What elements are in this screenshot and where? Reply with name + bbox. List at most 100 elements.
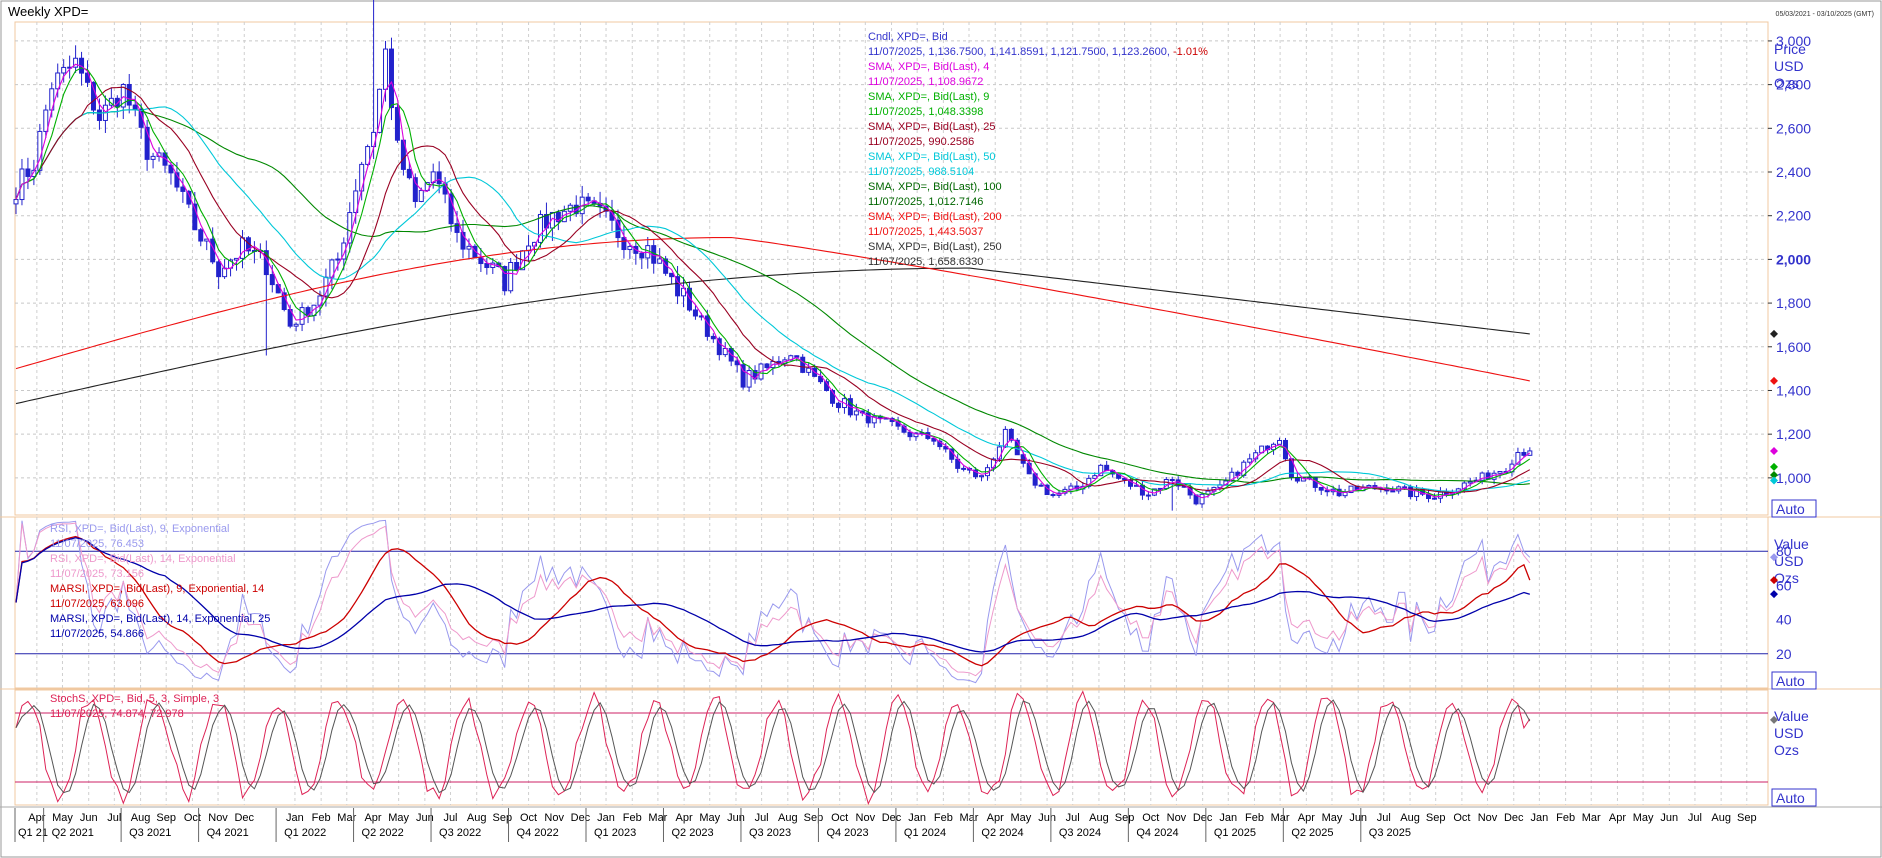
- candle-body: [198, 229, 204, 242]
- candle-body: [1408, 486, 1414, 498]
- candle: [90, 81, 96, 115]
- month-label: Jul: [107, 812, 121, 824]
- price-legend: Cndl, XPD=, Bid 11/07/2025, 1,136.7500, 1…: [868, 31, 1208, 268]
- candle: [120, 83, 126, 120]
- rsi-legend: RSI, XPD=, Bid(Last), 9, Exponential 11/0…: [50, 523, 270, 640]
- legend-entry: MARSI, XPD=, Bid(Last), 9, Exponential, …: [50, 583, 264, 595]
- candle-body: [126, 83, 132, 106]
- rsi-axis-title: Ozs: [1774, 570, 1799, 586]
- legend-entry: 11/07/2025, 74.874, 72.978: [50, 708, 184, 720]
- month-label: Nov: [208, 812, 228, 824]
- legend-entry: SMA, XPD=, Bid(Last), 250: [868, 241, 1002, 253]
- candle-body: [853, 410, 859, 416]
- candle-body: [1145, 494, 1151, 497]
- month-label: Sep: [804, 812, 824, 824]
- y-tick-label: 40: [1776, 612, 1792, 628]
- quarter-label: Q3 2023: [749, 827, 791, 839]
- candle-body: [96, 109, 102, 121]
- candle: [937, 438, 943, 450]
- price-axis-title: Price: [1774, 41, 1806, 57]
- candle: [19, 158, 25, 206]
- price-axis-title: Ozs: [1774, 75, 1799, 91]
- stoch-axis-title: Ozs: [1774, 742, 1799, 758]
- candle-body: [1104, 464, 1110, 472]
- candle-body: [406, 168, 412, 179]
- month-label: Aug: [1089, 812, 1109, 824]
- legend-entry: SMA, XPD=, Bid(Last), 4: [868, 61, 989, 73]
- candle: [1271, 442, 1277, 455]
- candle-body: [13, 199, 19, 205]
- candle-body: [794, 355, 800, 358]
- y-tick-label: 2,400: [1776, 164, 1811, 180]
- candle-body: [639, 252, 645, 259]
- month-label: Jul: [755, 812, 769, 824]
- y-tick-label: 2,200: [1776, 208, 1811, 224]
- candle: [132, 95, 138, 117]
- candle-body: [508, 262, 514, 292]
- candle: [73, 45, 79, 73]
- candle-body: [621, 237, 627, 251]
- auto-scale-label: Auto: [1776, 501, 1805, 517]
- y-tick-label: 2,000: [1776, 251, 1811, 267]
- candle: [1199, 492, 1205, 508]
- month-label: May: [1010, 812, 1031, 824]
- quarter-label: Q3 2022: [439, 827, 481, 839]
- candle-body: [514, 262, 520, 271]
- month-label: May: [1322, 812, 1343, 824]
- candle-body: [764, 363, 770, 369]
- candle: [484, 257, 490, 275]
- sma250-line: [15, 267, 1530, 405]
- legend-entry: 11/07/2025, 1,108.9672: [868, 76, 983, 88]
- candle-body: [180, 186, 186, 192]
- sma-lines: [15, 63, 1531, 499]
- candle: [1163, 477, 1169, 490]
- candle: [1324, 486, 1330, 497]
- candle-body: [388, 48, 394, 109]
- month-label: Aug: [778, 812, 798, 824]
- month-label: Jul: [1066, 812, 1080, 824]
- quarter-label: Q3 2024: [1059, 827, 1101, 839]
- month-label: Jul: [1688, 812, 1702, 824]
- month-label: Oct: [1142, 812, 1159, 824]
- candle: [633, 242, 639, 265]
- quarter-label: Q1 2024: [904, 827, 946, 839]
- month-label: Nov: [856, 812, 876, 824]
- candle-body: [371, 131, 377, 148]
- legend-entry: MARSI, XPD=, Bid(Last), 14, Exponential,…: [50, 613, 270, 625]
- month-label: Aug: [131, 812, 151, 824]
- candle-body: [1521, 451, 1527, 456]
- legend-entry: 11/07/2025, 76.453: [50, 538, 144, 550]
- quarter-label: Q1 2023: [594, 827, 636, 839]
- month-label: Sep: [1426, 812, 1446, 824]
- month-label: Oct: [520, 812, 537, 824]
- candle: [198, 228, 204, 247]
- month-label: Feb: [623, 812, 642, 824]
- month-label: Aug: [1400, 812, 1420, 824]
- candle: [126, 73, 132, 114]
- month-label: Jun: [80, 812, 98, 824]
- candle-body: [1366, 485, 1372, 488]
- candle: [800, 354, 806, 374]
- candle: [1050, 492, 1056, 498]
- candle-body: [299, 307, 305, 325]
- candle: [931, 437, 937, 445]
- month-label: Sep: [156, 812, 176, 824]
- candle-body: [436, 171, 442, 185]
- candle-body: [692, 309, 698, 317]
- last-value-marker: [1770, 329, 1778, 338]
- candle-body: [43, 109, 49, 132]
- candle-body: [800, 356, 806, 373]
- month-label: May: [388, 812, 409, 824]
- month-label: Mar: [1582, 812, 1601, 824]
- chart-canvas[interactable]: 1,000 1,200 1,400 1,600 1,800 2,000 2,200 2,400…: [0, 0, 1882, 858]
- legend-entry: 11/07/2025, 1,658.6330: [868, 256, 983, 268]
- month-label: Jan: [1219, 812, 1237, 824]
- candle: [67, 55, 73, 79]
- month-label: Mar: [960, 812, 979, 824]
- candle-body: [1467, 481, 1473, 484]
- legend-entry: RSI, XPD=, Bid(Last), 14, Exponential: [50, 553, 236, 565]
- price-axis-title: USD: [1774, 58, 1804, 74]
- candle: [25, 157, 31, 190]
- candle: [1318, 486, 1324, 495]
- candle: [1342, 488, 1348, 499]
